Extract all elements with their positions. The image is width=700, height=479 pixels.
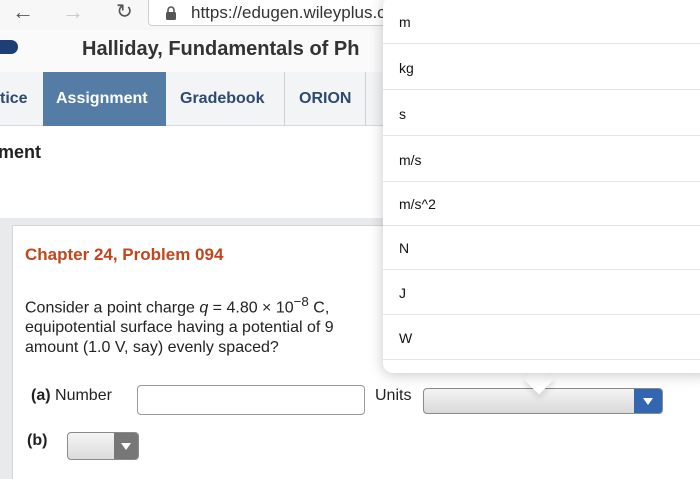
units-label: Units [375,387,412,404]
units-dropdown-popover: m kg s m/s m/s^2 N J W [383,0,700,373]
wileyplus-logo [0,40,18,54]
charge-unit: C, [308,299,330,317]
problem-line-1-prefix: Consider a point charge [25,299,200,317]
url-text: https://edugen.wileyplus.c [191,3,386,22]
chevron-down-icon [121,443,131,450]
problem-line-3: amount (1.0 V, say) evenly spaced? [25,339,279,357]
unit-option-kg[interactable]: kg [383,46,700,90]
part-b-label: (b) [27,432,48,449]
unit-option-m-s2[interactable]: m/s^2 [383,182,700,226]
part-a-letter: (a) [31,387,51,404]
unit-option-s[interactable]: s [383,92,700,136]
unit-option-m[interactable]: m [383,0,700,44]
charge-value: = 4.80 × 10 [208,299,294,317]
lock-icon [166,6,176,20]
charge-variable: q [199,299,209,317]
problem-statement: Consider a point charge q = 4.80 × 10−8 … [25,292,405,358]
tab-gradebook[interactable]: Gradebook [166,72,278,126]
tab-orion[interactable]: ORION [284,72,367,126]
tab-practice[interactable]: tice [0,72,42,126]
part-a-number-input[interactable] [137,385,365,415]
tab-assignment[interactable]: Assignment [43,72,166,126]
units-select-arrow[interactable] [634,389,662,413]
forward-arrow-icon[interactable]: → [62,0,84,26]
back-arrow-icon[interactable]: ← [12,0,34,26]
part-b-select-arrow[interactable] [114,433,138,459]
part-a-label: (a) Number [31,387,112,405]
unit-option-n[interactable]: N [383,226,700,270]
course-title: Halliday, Fundamentals of Ph [82,38,360,60]
part-a-units-select[interactable] [423,388,663,414]
problem-title: Chapter 24, Problem 094 [25,245,224,264]
reload-icon[interactable]: ↻ [116,0,133,26]
unit-option-w[interactable]: W [383,316,700,360]
part-b-select[interactable] [67,432,139,460]
charge-exponent: −8 [293,294,309,309]
address-bar[interactable]: https://edugen.wileyplus.c [148,0,388,26]
unit-option-m-s[interactable]: m/s [383,138,700,182]
problem-line-1: Consider a point charge q = 4.80 × 10−8 … [25,292,405,318]
problem-line-2: equipotential surface having a potential… [25,319,334,337]
chevron-down-icon [643,398,653,405]
part-a-text: Number [50,387,112,404]
unit-option-j[interactable]: J [383,271,700,315]
section-heading: ment [0,142,42,162]
